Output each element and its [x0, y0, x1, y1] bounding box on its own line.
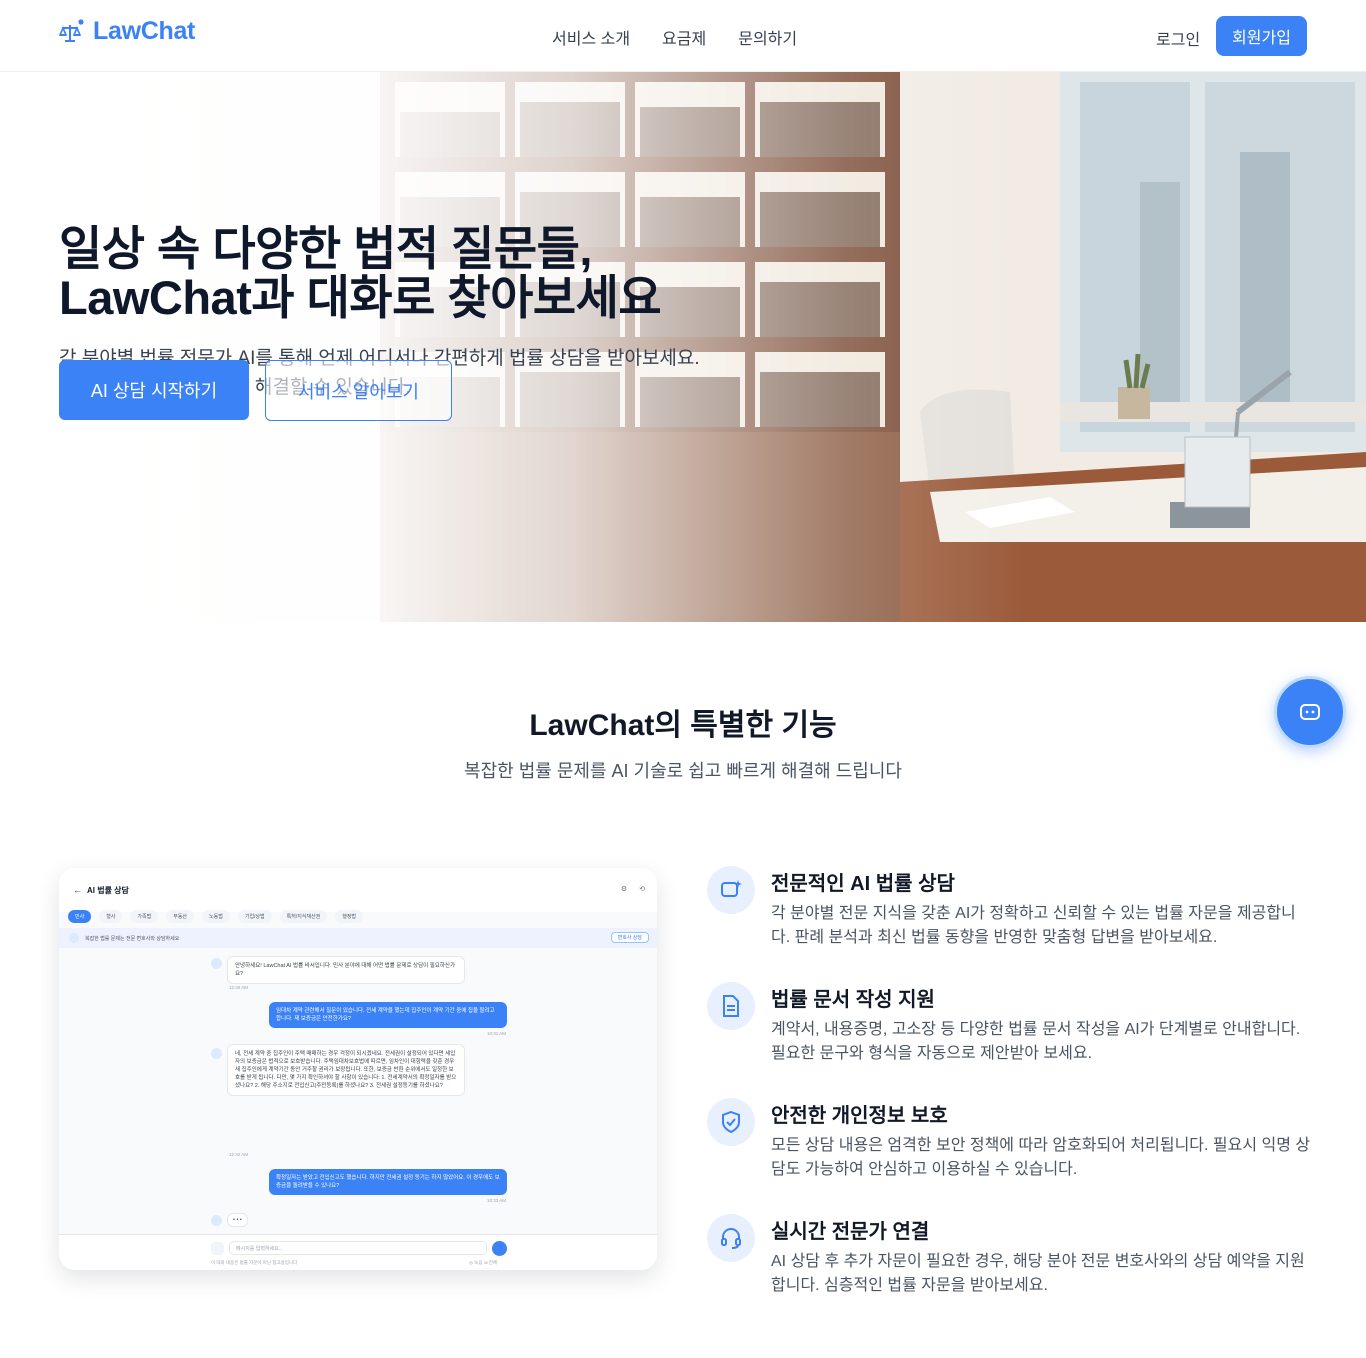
features-subtitle: 복잡한 법률 문제를 AI 기술로 쉽고 빠르게 해결해 드립니다 — [464, 761, 902, 781]
ai-avatar-icon — [211, 958, 222, 969]
ai-avatar-icon — [211, 1215, 222, 1226]
mock-category-tabs: 민사 형사 가족법 부동산 노동법 기업/상법 특허/지식재산권 행정법 — [68, 910, 364, 923]
document-icon — [707, 982, 755, 1030]
nav-item-contact[interactable]: 문의하기 — [738, 25, 797, 49]
login-link[interactable]: 로그인 — [1156, 26, 1200, 50]
feature-description: 각 분야별 전문 지식을 갖춘 AI가 정확하고 신뢰할 수 있는 법률 자문을… — [771, 905, 1296, 946]
mock-footer-actions: ◎ 녹음 ⇲ 전체 — [469, 1260, 498, 1265]
send-icon — [492, 1241, 507, 1256]
top-navbar: LawChat 서비스 소개 요금제 문의하기 로그인 회원가입 — [0, 0, 1366, 72]
hero-title-line-2: LawChat과 대화로 찾아보세요 — [59, 271, 662, 324]
mock-lawyer-button: 변호사 상담 — [610, 932, 649, 943]
start-ai-consult-button[interactable]: AI 상담 시작하기 — [59, 360, 249, 420]
mock-tab: 행정법 — [335, 910, 364, 923]
brand-logo[interactable]: LawChat — [58, 17, 196, 46]
mock-chat-title: AI 법률 상담 — [87, 886, 129, 895]
mock-user-message: 확정일자는 받았고 전입신고도 했습니다. 하지만 전세권 설정 등기는 하지 … — [269, 1169, 507, 1195]
user-avatar-icon — [69, 933, 79, 943]
mock-tab: 가족법 — [130, 910, 159, 923]
history-icon: ⟲ — [639, 886, 645, 893]
nav-item-pricing[interactable]: 요금제 — [662, 25, 706, 49]
mock-tab: 노동법 — [202, 910, 230, 923]
mock-timestamp: 10:33 AM — [487, 1198, 507, 1203]
mock-tab: 기업/상법 — [237, 910, 272, 923]
mock-banner-text: 복잡한 법률 문제는 전문 변호사와 상담하세요 — [85, 936, 180, 942]
feature-title: 실시간 전문가 연결 — [771, 1221, 930, 1243]
mock-input-bar: 메시지를 입력하세요... 이 대화 내용은 법률 자문이 아닌 참고용입니다 … — [59, 1234, 657, 1270]
mock-header-icons: ⚙ ⟲ — [621, 885, 645, 893]
hero-section: 일상 속 다양한 법적 질문들, LawChat과 대화로 찾아보세요 각 분야… — [0, 72, 1366, 622]
mock-message-input: 메시지를 입력하세요... — [229, 1241, 487, 1255]
features-title: LawChat의 특별한 기능 — [529, 709, 837, 742]
mock-lawyer-banner: 복잡한 법률 문제는 전문 변호사와 상담하세요 변호사 상담 — [59, 928, 657, 948]
mock-tab: 민사 — [68, 910, 92, 923]
mock-timestamp: 12:30 AM — [229, 985, 249, 990]
settings-icon: ⚙ — [620, 886, 628, 893]
nav-item-service-intro[interactable]: 서비스 소개 — [552, 25, 630, 49]
attach-icon — [211, 1242, 224, 1255]
shield-check-icon — [707, 1098, 755, 1146]
mock-tab: 형사 — [99, 910, 123, 923]
signup-button[interactable]: 회원가입 — [1216, 16, 1307, 56]
mock-ai-message: 네, 전세 계약 중 집주인이 주택 매매하는 경우 걱정이 되시겠네요. 전세… — [227, 1044, 465, 1096]
feature-description: 계약서, 내용증명, 고소장 등 다양한 법률 문서 작성을 AI가 단계별로 … — [771, 1021, 1301, 1062]
feature-title: 안전한 개인정보 보호 — [771, 1105, 948, 1127]
mock-chat-header: ← AI 법률 상담 ⚙ ⟲ 민사 형사 가족법 부동산 노동법 기업/상법 특… — [59, 868, 657, 923]
mock-tab: 특허/지식재산권 — [279, 910, 328, 923]
back-arrow-icon: ← — [73, 885, 82, 895]
mock-ai-message: 안녕하세요! LawChat AI 법률 비서입니다. 민사 분야에 대해 어떤… — [227, 956, 465, 984]
ai-avatar-icon — [211, 1048, 222, 1059]
hero-title-line-1: 일상 속 다양한 법적 질문들, — [59, 222, 592, 275]
mock-tab: 부동산 — [166, 910, 195, 923]
main-nav: 서비스 소개 요금제 문의하기 — [552, 25, 797, 49]
mock-typing-indicator: • • • — [227, 1213, 248, 1227]
headset-icon — [707, 1214, 755, 1262]
learn-service-button[interactable]: 서비스 알아보기 — [265, 360, 452, 421]
brand-name: LawChat — [93, 17, 196, 45]
feature-title: 법률 문서 작성 지원 — [771, 989, 935, 1011]
mock-disclaimer: 이 대화 내용은 법률 자문이 아닌 참고용입니다 — [211, 1260, 298, 1265]
mock-timestamp: 12:32 AM — [229, 1152, 249, 1157]
feature-description: 모든 상담 내용은 엄격한 보안 정책에 따라 암호화되어 처리됩니다. 필요시… — [771, 1137, 1311, 1178]
feature-description: AI 상담 후 추가 자문이 필요한 경우, 해당 분야 전문 변호사와의 상담… — [771, 1253, 1305, 1294]
hero-title: 일상 속 다양한 법적 질문들, LawChat과 대화로 찾아보세요 — [59, 222, 662, 324]
mock-timestamp: 10:31 AM — [487, 1031, 507, 1036]
chat-preview-screenshot: ← AI 법률 상담 ⚙ ⟲ 민사 형사 가족법 부동산 노동법 기업/상법 특… — [59, 868, 657, 1270]
mock-user-message: 임대차 계약 관련해서 질문이 있습니다. 전세 계약을 했는데 집주인이 계약… — [269, 1002, 507, 1028]
feature-title: 전문적인 AI 법률 상담 — [771, 873, 955, 895]
chat-sparkle-icon — [707, 866, 755, 914]
scales-icon — [58, 18, 85, 45]
